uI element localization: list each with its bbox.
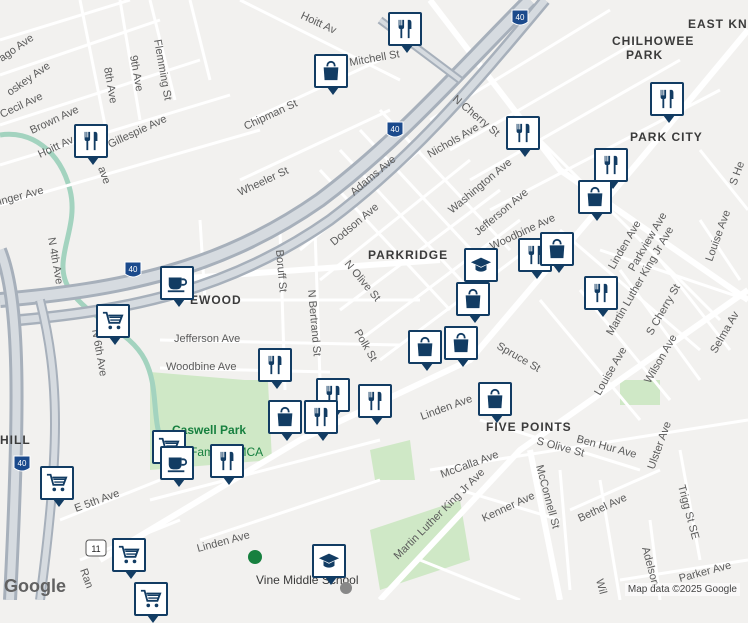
svg-text:40: 40 bbox=[129, 265, 138, 274]
marker-shopping-cart-icon[interactable] bbox=[134, 582, 168, 616]
marker-restaurant-icon[interactable] bbox=[506, 116, 540, 150]
marker-restaurant-icon[interactable] bbox=[584, 276, 618, 310]
shopping-cart-icon bbox=[118, 544, 140, 566]
marker-restaurant-icon[interactable] bbox=[210, 444, 244, 478]
marker-shopping-bag-icon[interactable] bbox=[456, 282, 490, 316]
street-label: S He bbox=[728, 160, 748, 187]
shopping-bag-icon bbox=[584, 186, 606, 208]
street-label: Linden Ave bbox=[419, 393, 474, 423]
shopping-bag-icon bbox=[320, 60, 342, 82]
street-label: N 4th Ave bbox=[45, 236, 65, 285]
neighborhood-label: PARKRIDGE bbox=[368, 248, 448, 262]
shopping-cart-icon bbox=[140, 588, 162, 610]
interstate-shield: 40 bbox=[14, 456, 30, 471]
marker-shopping-cart-icon[interactable] bbox=[112, 538, 146, 572]
restaurant-icon bbox=[600, 154, 622, 176]
school-pin-icon[interactable] bbox=[340, 582, 352, 594]
marker-shopping-bag-icon[interactable] bbox=[268, 400, 302, 434]
street-label: Boruff St bbox=[273, 249, 289, 292]
marker-shopping-bag-icon[interactable] bbox=[444, 326, 478, 360]
interstate-shield: 40 bbox=[387, 122, 403, 137]
marker-shopping-bag-icon[interactable] bbox=[408, 330, 442, 364]
restaurant-icon bbox=[394, 18, 416, 40]
shopping-bag-icon bbox=[274, 406, 296, 428]
street-label: Louise Ave bbox=[704, 209, 734, 263]
marker-shopping-cart-icon[interactable] bbox=[96, 304, 130, 338]
street-label: Spruce St bbox=[495, 340, 543, 375]
shopping-bag-icon bbox=[450, 332, 472, 354]
restaurant-icon bbox=[310, 406, 332, 428]
marker-coffee-cup-icon[interactable] bbox=[160, 446, 194, 480]
svg-text:11: 11 bbox=[91, 544, 100, 554]
svg-text:40: 40 bbox=[18, 459, 27, 468]
shopping-bag-icon bbox=[546, 238, 568, 260]
marker-graduation-cap-icon[interactable] bbox=[312, 544, 346, 578]
street-label: Woodbine Ave bbox=[166, 361, 237, 373]
restaurant-icon bbox=[512, 122, 534, 144]
marker-shopping-bag-icon[interactable] bbox=[578, 180, 612, 214]
marker-shopping-cart-icon[interactable] bbox=[40, 466, 74, 500]
restaurant-icon bbox=[590, 282, 612, 304]
restaurant-icon bbox=[364, 390, 386, 412]
interstate-shield: 40 bbox=[125, 262, 141, 277]
street-label: 9th Ave bbox=[127, 54, 145, 92]
marker-shopping-bag-icon[interactable] bbox=[314, 54, 348, 88]
school-marker-icon[interactable] bbox=[248, 550, 262, 564]
svg-text:40: 40 bbox=[391, 125, 400, 134]
neighborhood-label: PARK CITY bbox=[630, 130, 703, 144]
street-label: Parker Ave bbox=[678, 559, 733, 584]
graduation-cap-icon bbox=[470, 254, 492, 276]
street-label: Kenner Ave bbox=[480, 490, 536, 525]
shopping-bag-icon bbox=[484, 388, 506, 410]
street-label: Adelson bbox=[639, 546, 661, 588]
coffee-cup-icon bbox=[166, 272, 188, 294]
svg-text:40: 40 bbox=[516, 13, 525, 22]
street-label: Jefferson Ave bbox=[174, 333, 240, 345]
google-logo: Google bbox=[4, 576, 66, 597]
marker-restaurant-icon[interactable] bbox=[388, 12, 422, 46]
park-area bbox=[370, 440, 415, 480]
marker-coffee-cup-icon[interactable] bbox=[160, 266, 194, 300]
restaurant-icon bbox=[80, 130, 102, 152]
marker-restaurant-icon[interactable] bbox=[74, 124, 108, 158]
marker-restaurant-icon[interactable] bbox=[304, 400, 338, 434]
park-area bbox=[370, 500, 470, 590]
street-label: Wil bbox=[593, 578, 609, 596]
graduation-cap-icon bbox=[318, 550, 340, 572]
restaurant-icon bbox=[656, 88, 678, 110]
shopping-bag-icon bbox=[462, 288, 484, 310]
street-label: inger Ave bbox=[0, 184, 45, 207]
marker-restaurant-icon[interactable] bbox=[594, 148, 628, 182]
restaurant-icon bbox=[264, 354, 286, 376]
marker-restaurant-icon[interactable] bbox=[358, 384, 392, 418]
marker-graduation-cap-icon[interactable] bbox=[464, 248, 498, 282]
street-label: 8th Ave bbox=[101, 66, 119, 104]
map-canvas[interactable]: 40 40 40 40 11 EAST KN CHILHOWEE PARK PA… bbox=[0, 0, 748, 600]
shopping-cart-icon bbox=[102, 310, 124, 332]
street-label: ave bbox=[95, 165, 112, 186]
coffee-cup-icon bbox=[166, 452, 188, 474]
marker-shopping-bag-icon[interactable] bbox=[478, 382, 512, 416]
street-label: Ran bbox=[77, 567, 95, 590]
restaurant-icon bbox=[216, 450, 238, 472]
street-label: Trigg St SE bbox=[675, 484, 701, 541]
marker-restaurant-icon[interactable] bbox=[650, 82, 684, 116]
neighborhood-label: EAST KN bbox=[688, 17, 748, 31]
neighborhood-label: EWOOD bbox=[190, 293, 242, 307]
marker-shopping-bag-icon[interactable] bbox=[540, 232, 574, 266]
us-route-shield: 11 bbox=[86, 540, 106, 556]
street-label: Gillespie Ave bbox=[106, 113, 169, 151]
park-area bbox=[190, 380, 268, 408]
neighborhood-label: HILL bbox=[0, 433, 31, 447]
interstate-shield: 40 bbox=[512, 10, 528, 25]
shopping-cart-icon bbox=[46, 472, 68, 494]
neighborhood-label: CHILHOWEE bbox=[612, 34, 694, 48]
street-label: E 5th Ave bbox=[73, 488, 121, 515]
street-label: Chipman St bbox=[242, 98, 299, 133]
map-attribution[interactable]: Map data ©2025 Google bbox=[625, 583, 740, 596]
shopping-bag-icon bbox=[414, 336, 436, 358]
marker-restaurant-icon[interactable] bbox=[258, 348, 292, 382]
neighborhood-label: PARK bbox=[626, 48, 663, 62]
street-label: Ulster Ave bbox=[646, 420, 674, 471]
